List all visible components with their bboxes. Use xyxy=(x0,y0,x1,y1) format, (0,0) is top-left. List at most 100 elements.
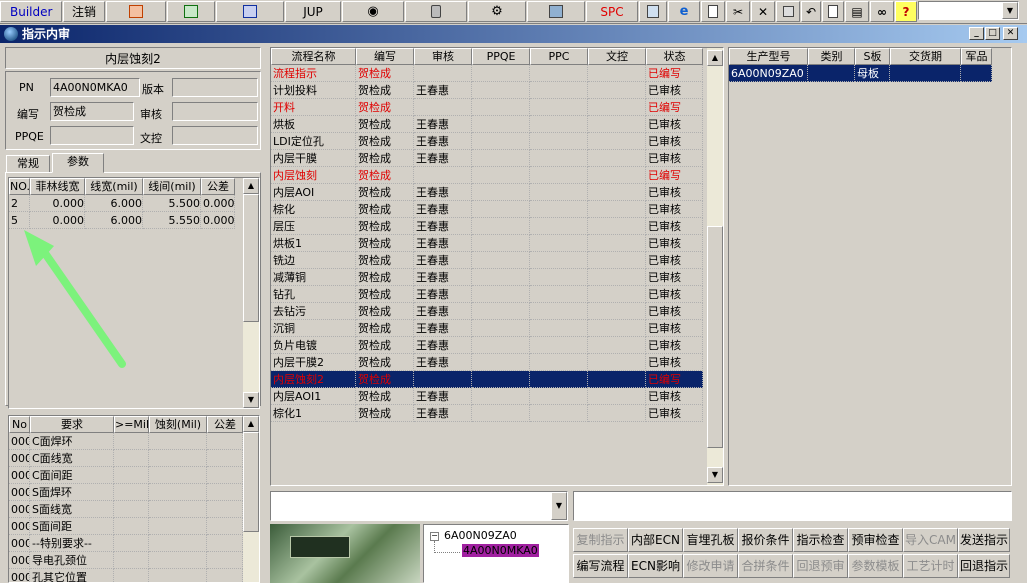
process-grid-cell: 减薄铜 xyxy=(271,269,356,286)
action-button-row1-5[interactable]: 预审检查 xyxy=(848,528,903,552)
action-button-row1-3[interactable]: 报价条件 xyxy=(738,528,793,552)
process-grid-cell xyxy=(588,133,646,150)
action-button-row2-4[interactable]: 回退预审 xyxy=(793,554,848,578)
database-button[interactable] xyxy=(405,1,467,22)
process-grid-cell xyxy=(472,116,530,133)
process-grid-cell: 已编写 xyxy=(646,99,703,116)
chevron-down-icon[interactable]: ▼ xyxy=(551,492,567,520)
process-grid-cell: 已审核 xyxy=(646,269,703,286)
maximize-button[interactable]: □ xyxy=(985,27,1000,40)
print-button[interactable]: ▤ xyxy=(845,1,869,22)
tree-child-selected[interactable]: 4A00N0MKA0 xyxy=(462,544,539,557)
powerpoint-icon xyxy=(129,5,143,18)
action-button-row1-6[interactable]: 导入CAM xyxy=(903,528,958,552)
tree-root[interactable]: 6A00N09ZA0 xyxy=(444,529,517,542)
process-grid-header-1[interactable]: 编写 xyxy=(356,48,414,65)
process-grid-cell xyxy=(588,337,646,354)
product-grid-cell xyxy=(890,65,961,82)
scroll-thumb[interactable] xyxy=(707,226,723,448)
process-grid-cell: 贺检成 xyxy=(356,65,414,82)
action-button-row2-6[interactable]: 工艺计时 xyxy=(903,554,958,578)
tree-collapse-icon[interactable]: − xyxy=(430,532,439,541)
process-grid-cell xyxy=(530,167,588,184)
action-button-row1-2[interactable]: 盲埋孔板 xyxy=(683,528,738,552)
copy-button[interactable] xyxy=(822,1,844,22)
process-grid-cell xyxy=(472,184,530,201)
process-grid-cell xyxy=(414,371,472,388)
word-button[interactable] xyxy=(216,1,284,22)
undo-button[interactable]: ↶ xyxy=(801,1,821,22)
tab-params[interactable]: 参数 xyxy=(52,153,104,173)
process-grid-cell xyxy=(588,235,646,252)
action-button-row2-0[interactable]: 编写流程 xyxy=(573,554,628,578)
process-grid-cell: 贺检成 xyxy=(356,320,414,337)
product-grid-header-1[interactable]: 类别 xyxy=(808,48,855,65)
process-grid-cell xyxy=(472,218,530,235)
process-grid-cell xyxy=(472,269,530,286)
logout-button[interactable]: 注销 xyxy=(63,1,105,22)
excel-button[interactable] xyxy=(167,1,215,22)
help-button[interactable]: ? xyxy=(895,1,917,22)
process-grid-cell xyxy=(472,65,530,82)
note-field[interactable] xyxy=(573,491,1012,521)
process-grid-cell xyxy=(472,235,530,252)
process-scrollbar[interactable]: ▲ ▼ xyxy=(707,48,723,485)
process-grid-cell xyxy=(530,303,588,320)
action-button-row2-2[interactable]: 修改申请 xyxy=(683,554,738,578)
process-grid-header-5[interactable]: 文控 xyxy=(588,48,646,65)
action-button-row1-7[interactable]: 发送指示 xyxy=(958,528,1010,552)
process-grid-cell: 已审核 xyxy=(646,184,703,201)
new-document-button[interactable] xyxy=(701,1,725,22)
find-button[interactable]: ∞ xyxy=(870,1,894,22)
process-grid-cell xyxy=(472,252,530,269)
close-window-button[interactable]: ✕ xyxy=(1003,27,1018,40)
process-grid-header-4[interactable]: PPC xyxy=(530,48,588,65)
save-button[interactable] xyxy=(776,1,800,22)
computer-button[interactable] xyxy=(527,1,585,22)
package-button[interactable] xyxy=(639,1,667,22)
process-grid-cell xyxy=(472,320,530,337)
process-grid-cell xyxy=(530,269,588,286)
action-button-row2-3[interactable]: 合拼条件 xyxy=(738,554,793,578)
view-button[interactable]: ◉ xyxy=(342,1,404,22)
product-grid-cell xyxy=(961,65,992,82)
minimize-button[interactable]: _ xyxy=(969,27,984,40)
jup-button[interactable]: JUP xyxy=(285,1,341,22)
action-button-row2-1[interactable]: ECN影响 xyxy=(628,554,683,578)
action-button-row1-4[interactable]: 指示检查 xyxy=(793,528,848,552)
spc-button[interactable]: SPC xyxy=(586,1,638,22)
process-grid-header-3[interactable]: PPQE xyxy=(472,48,530,65)
product-grid-header-2[interactable]: S板 xyxy=(855,48,890,65)
process-grid-cell: 王春惠 xyxy=(414,320,472,337)
excel-icon xyxy=(184,5,198,18)
process-grid-cell: 已编写 xyxy=(646,65,703,82)
process-grid-header-0[interactable]: 流程名称 xyxy=(271,48,356,65)
gears-button[interactable]: ⚙ xyxy=(468,1,526,22)
chevron-down-icon[interactable]: ▼ xyxy=(1002,2,1018,19)
action-button-row1-0[interactable]: 复制指示 xyxy=(573,528,628,552)
jup-label: JUP xyxy=(303,4,323,19)
product-grid-header-4[interactable]: 军品 xyxy=(961,48,992,65)
product-grid-header-0[interactable]: 生产型号 xyxy=(729,48,808,65)
process-grid-cell: 贺检成 xyxy=(356,354,414,371)
cut-button[interactable]: ✂ xyxy=(726,1,750,22)
action-button-row1-1[interactable]: 内部ECN xyxy=(628,528,683,552)
builder-button[interactable]: Builder xyxy=(0,1,62,22)
process-grid-cell: 王春惠 xyxy=(414,269,472,286)
product-grid-header-3[interactable]: 交货期 xyxy=(890,48,961,65)
action-button-row2-5[interactable]: 参数模板 xyxy=(848,554,903,578)
ie-button[interactable]: e xyxy=(668,1,700,22)
powerpoint-button[interactable] xyxy=(106,1,166,22)
action-button-row2-7[interactable]: 回退指示 xyxy=(958,554,1010,578)
bottom-combobox[interactable]: ▼ xyxy=(270,491,568,521)
toolbar-combobox[interactable]: ▼ xyxy=(918,1,1019,20)
process-grid-header-2[interactable]: 审核 xyxy=(414,48,472,65)
copy-icon xyxy=(828,5,838,18)
product-grid-cell: 6A00N09ZA0 xyxy=(729,65,808,82)
process-grid-header-6[interactable]: 状态 xyxy=(646,48,703,65)
process-grid-cell: 贺检成 xyxy=(356,337,414,354)
delete-button[interactable]: ✕ xyxy=(751,1,775,22)
scroll-up-icon[interactable]: ▲ xyxy=(707,50,723,66)
scroll-down-icon[interactable]: ▼ xyxy=(707,467,723,483)
process-grid-cell: 贺检成 xyxy=(356,116,414,133)
